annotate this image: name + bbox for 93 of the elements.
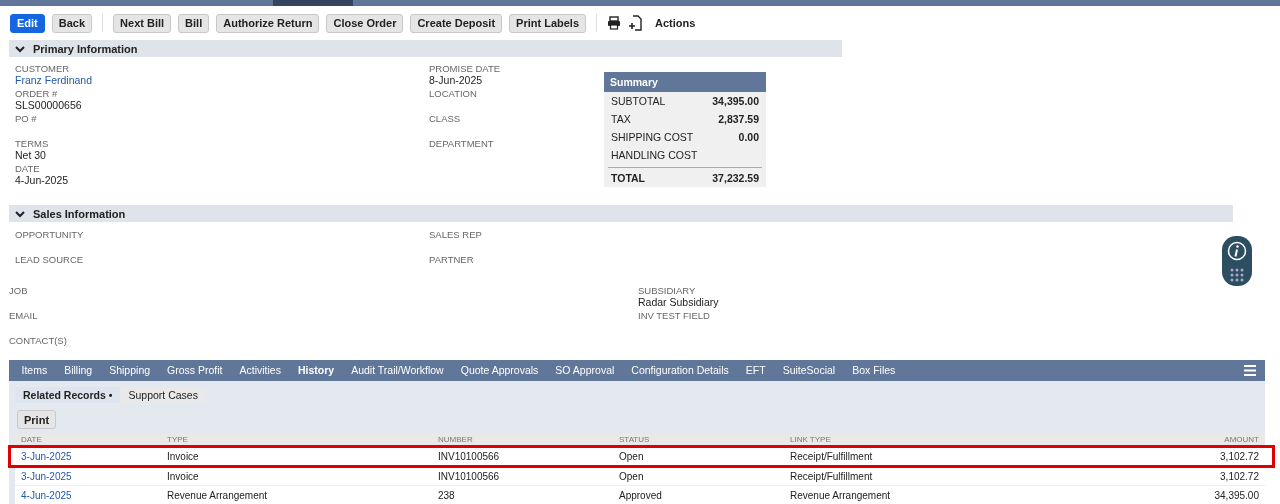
- column-header: LINK TYPE: [789, 435, 832, 444]
- table-cell-text: 238: [437, 489, 456, 501]
- tab[interactable]: History: [289, 360, 343, 381]
- toolbar-button[interactable]: Back: [51, 13, 93, 33]
- summary-label: TOTAL: [611, 171, 646, 184]
- toolbar-button[interactable]: Bill: [178, 13, 210, 33]
- table-cell-text: Receipt/Fulfillment: [789, 450, 874, 462]
- table-cell-text: INV10100566: [437, 470, 501, 482]
- print-icon[interactable]: [607, 16, 622, 30]
- table-cell-text: Revenue Arrangement: [789, 489, 892, 501]
- toolbar-button[interactable]: Create Deposit: [410, 13, 503, 33]
- table-cell-text: 34,395.00: [1213, 489, 1260, 501]
- table-cell-text: Invoice: [166, 470, 200, 482]
- field-label: CONTACT(S): [9, 335, 68, 346]
- table-cell-text: Open: [618, 450, 645, 462]
- summary-label: HANDLING COST: [611, 149, 698, 161]
- subtab[interactable]: Support Cases: [120, 387, 206, 403]
- toolbar-button[interactable]: Print Labels: [509, 13, 587, 33]
- new-document-icon[interactable]: [628, 15, 643, 31]
- table-cell-text: Receipt/Fulfillment: [789, 470, 874, 482]
- tab[interactable]: Activities: [231, 360, 290, 381]
- tab[interactable]: Quote Approvals: [452, 360, 547, 381]
- field-value: SLS00000656: [15, 99, 83, 111]
- section-header[interactable]: Sales Information: [9, 205, 1233, 222]
- grid-dots-icon[interactable]: [1230, 267, 1244, 282]
- toolbar-button[interactable]: Edit: [10, 13, 45, 33]
- field-label: SUBSIDIARY: [638, 285, 697, 296]
- table-cell-text: Approved: [618, 489, 663, 501]
- floating-help-widget[interactable]: [1222, 236, 1252, 286]
- date-link[interactable]: 3-Jun-2025: [15, 450, 161, 462]
- tab[interactable]: Items: [13, 360, 56, 381]
- table-cell-text: INV10100566: [437, 450, 501, 462]
- field-label: ORDER #: [15, 88, 59, 99]
- field-label: DEPARTMENT: [429, 138, 495, 149]
- field-label: PO #: [15, 113, 38, 124]
- tab[interactable]: SuiteSocial: [774, 360, 844, 381]
- tab[interactable]: Audit Trail/Workflow: [342, 360, 453, 381]
- tab[interactable]: Box Files: [843, 360, 904, 381]
- field-label: TERMS: [15, 138, 50, 149]
- column-header: AMOUNT: [1223, 435, 1260, 444]
- column-header: NUMBER: [437, 435, 474, 444]
- summary-label: SUBTOTAL: [611, 95, 666, 107]
- tab[interactable]: Gross Profit: [158, 360, 231, 381]
- table-cell-text: Invoice: [166, 450, 200, 462]
- summary-value: 2,837.59: [718, 113, 759, 125]
- field-label: EMAIL: [9, 310, 39, 321]
- field-label: CLASS: [429, 113, 462, 124]
- summary-value: 34,395.00: [712, 95, 759, 107]
- field-label: LEAD SOURCE: [15, 254, 85, 265]
- field-value: Radar Subsidiary: [638, 296, 720, 308]
- column-header: DATE: [20, 435, 43, 444]
- field-label: JOB: [9, 285, 29, 296]
- summary-label: TAX: [611, 113, 631, 125]
- field-label: SALES REP: [429, 229, 483, 240]
- menu-icon[interactable]: [1244, 365, 1256, 376]
- summary-value: 0.00: [738, 131, 759, 143]
- summary-title: Summary: [604, 72, 766, 92]
- field-label: OPPORTUNITY: [15, 229, 85, 240]
- tab[interactable]: SO Approval: [546, 360, 623, 381]
- field-link[interactable]: Franz Ferdinand: [15, 74, 429, 86]
- summary-label: SHIPPING COST: [611, 131, 694, 143]
- toolbar-button[interactable]: Close Order: [326, 13, 404, 33]
- subtab[interactable]: Related Records •: [15, 387, 121, 403]
- column-header: STATUS: [618, 435, 651, 444]
- table-cell-text: Open: [618, 470, 645, 482]
- info-icon[interactable]: [1227, 240, 1247, 261]
- field-label: INV TEST FIELD: [638, 310, 711, 321]
- section-header[interactable]: Primary Information: [9, 40, 842, 57]
- actions-menu[interactable]: Actions: [655, 17, 696, 29]
- table-cell-text: 3,102.72: [1219, 450, 1260, 462]
- table-cell-text: 3,102.72: [1219, 470, 1260, 482]
- field-label: LOCATION: [429, 88, 478, 99]
- field-label: DATE: [15, 163, 41, 174]
- column-header: TYPE: [166, 435, 189, 444]
- field-label: CUSTOMER: [15, 63, 71, 74]
- section-title: Sales Information: [33, 207, 126, 220]
- toolbar-button[interactable]: Authorize Return: [216, 13, 320, 33]
- section-title: Primary Information: [33, 42, 138, 55]
- toolbar-button[interactable]: Next Bill: [113, 13, 172, 33]
- date-link[interactable]: 3-Jun-2025: [15, 470, 161, 482]
- tab[interactable]: Configuration Details: [622, 360, 738, 381]
- tab[interactable]: Shipping: [100, 360, 159, 381]
- field-label: PARTNER: [429, 254, 475, 265]
- field-value: Net 30: [15, 149, 47, 161]
- tab[interactable]: Billing: [55, 360, 101, 381]
- field-value: 4-Jun-2025: [15, 174, 70, 186]
- print-button[interactable]: Print: [17, 410, 57, 429]
- field-value: 8-Jun-2025: [429, 74, 484, 86]
- field-label: PROMISE DATE: [429, 63, 502, 74]
- table-cell-text: Revenue Arrangement: [166, 489, 269, 501]
- tab[interactable]: EFT: [737, 360, 775, 381]
- summary-value: 37,232.59: [712, 171, 759, 184]
- date-link[interactable]: 4-Jun-2025: [15, 489, 161, 501]
